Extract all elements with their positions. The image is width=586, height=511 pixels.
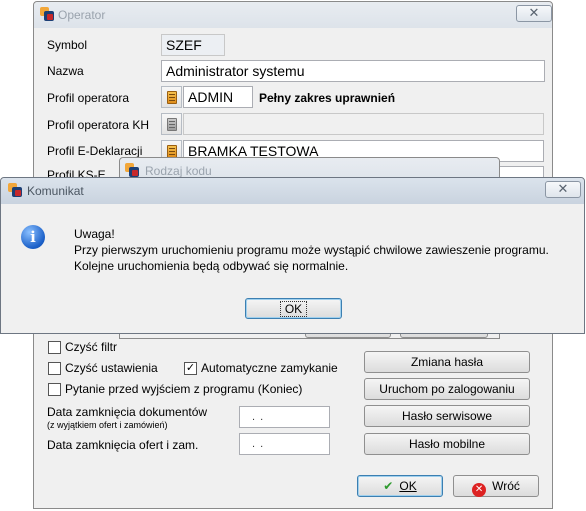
app-logo-icon xyxy=(125,163,139,177)
automatyczne-zamykanie-label: Automatyczne zamykanie xyxy=(201,361,338,375)
profil-operatora-label: Profil operatora xyxy=(47,91,130,105)
profil-operatora-desc: Pełny zakres uprawnień xyxy=(259,91,396,105)
czysc-filtry-label: Czyść filtr xyxy=(65,340,117,354)
czysc-ustawienia-label: Czyść ustawienia xyxy=(65,361,158,375)
komunikat-heading: Uwaga! xyxy=(74,227,115,241)
operator-title: Operator xyxy=(58,8,106,22)
app-logo-icon xyxy=(40,7,54,21)
profil-operatora-field[interactable]: ADMIN xyxy=(183,86,253,108)
komunikat-title: Komunikat xyxy=(27,184,84,198)
cancel-icon: ✕ xyxy=(472,483,487,497)
list-picker-icon xyxy=(167,91,177,104)
data-zamkniecia-ofert-field[interactable]: . . xyxy=(239,433,330,455)
czysc-filtry-checkbox[interactable] xyxy=(48,341,61,354)
zmiana-hasla-button[interactable]: Zmiana hasła xyxy=(364,351,530,373)
profil-operatora-kh-field xyxy=(183,113,544,135)
pytanie-label: Pytanie przed wyjściem z programu (Konie… xyxy=(65,382,303,396)
info-icon: i xyxy=(21,225,45,249)
komunikat-body: i Uwaga! Przy pierwszym uruchomieniu pro… xyxy=(2,204,583,332)
komunikat-line-2: Kolejne uruchomienia będą odbywać się no… xyxy=(74,259,349,273)
komunikat-line-1: Przy pierwszym uruchomieniu programu moż… xyxy=(74,243,549,257)
data-zamkniecia-dokumentow-label: Data zamknięcia dokumentów xyxy=(47,405,208,419)
komunikat-titlebar[interactable]: Komunikat ✕ xyxy=(1,178,584,204)
komunikat-close-button[interactable]: ✕ xyxy=(545,181,581,198)
pytanie-checkbox[interactable] xyxy=(48,383,61,396)
uruchom-po-zalogowaniu-button[interactable]: Uruchom po zalogowaniu xyxy=(364,378,530,400)
czysc-ustawienia-checkbox[interactable] xyxy=(48,362,61,375)
komunikat-ok-button[interactable]: OK xyxy=(245,298,342,319)
haslo-mobilne-button[interactable]: Hasło mobilne xyxy=(364,433,530,455)
symbol-field: SZEF xyxy=(161,34,225,56)
komunikat-ok-label: OK xyxy=(279,301,308,317)
wroc-button-label: Wróć xyxy=(492,479,520,493)
list-picker-icon xyxy=(167,118,177,131)
symbol-label: Symbol xyxy=(47,38,88,52)
ok-button-label: OK xyxy=(399,479,417,493)
profil-operatora-kh-picker xyxy=(161,113,182,135)
ok-button[interactable]: ✔ OK xyxy=(357,475,443,497)
profil-operatora-kh-label: Profil operatora KH xyxy=(47,118,150,132)
operator-close-button[interactable]: ✕ xyxy=(516,5,552,22)
profil-operatora-picker[interactable] xyxy=(161,86,182,108)
nazwa-label: Nazwa xyxy=(47,64,84,78)
haslo-serwisowe-button[interactable]: Hasło serwisowe xyxy=(364,405,530,427)
data-zamkniecia-ofert-label: Data zamknięcia ofert i zam. xyxy=(47,438,199,452)
profil-edeklaracji-label: Profil E-Deklaracji xyxy=(47,144,143,158)
nazwa-field[interactable]: Administrator systemu xyxy=(161,60,545,82)
wroc-button[interactable]: ✕ Wróć xyxy=(453,475,539,497)
checkmark-icon: ✔ xyxy=(383,479,394,493)
data-zamkniecia-dokumentow-sublabel: (z wyjątkiem ofert i zamówień) xyxy=(47,420,168,430)
automatyczne-zamykanie-checkbox[interactable]: ✓ xyxy=(184,362,197,375)
komunikat-dialog: Komunikat ✕ i Uwaga! Przy pierwszym uruc… xyxy=(0,177,585,334)
operator-titlebar[interactable]: Operator ✕ xyxy=(34,2,552,28)
data-zamkniecia-dokumentow-field[interactable]: . . xyxy=(239,406,330,428)
app-logo-icon xyxy=(8,183,22,197)
rodzaj-kodu-title: Rodzaj kodu xyxy=(145,164,212,178)
